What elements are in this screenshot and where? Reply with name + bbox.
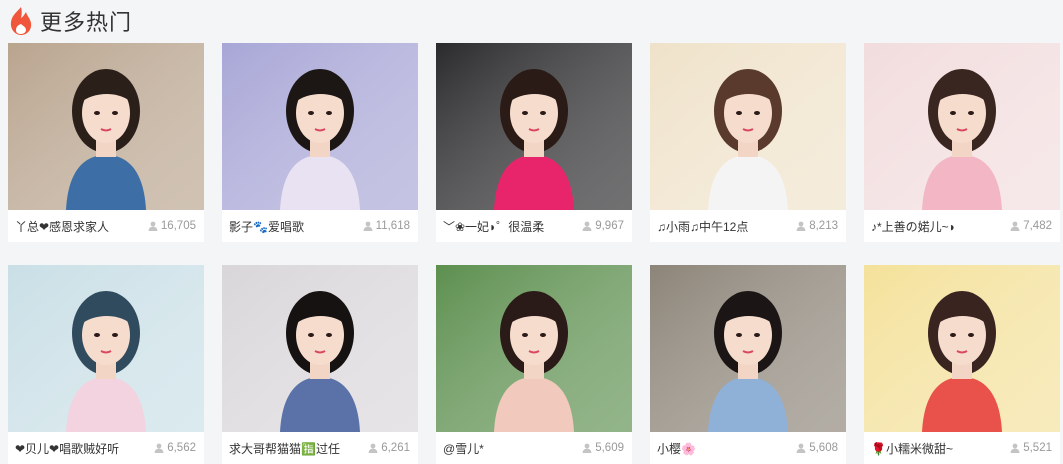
user-icon bbox=[363, 221, 373, 231]
viewer-count: 5,609 bbox=[582, 442, 624, 454]
viewer-count: 16,705 bbox=[148, 220, 196, 232]
stream-card[interactable]: 丫总❤感恩求家人 16,705 bbox=[8, 43, 204, 242]
stream-thumbnail[interactable] bbox=[436, 43, 632, 210]
stream-title[interactable]: @雪儿* bbox=[443, 440, 484, 457]
stream-title[interactable]: ♪*上善の婼儿~◗ bbox=[871, 218, 956, 235]
stream-title[interactable]: ❤贝儿❤唱歌贼好听 bbox=[15, 440, 119, 457]
stream-thumbnail[interactable] bbox=[864, 265, 1060, 432]
stream-card[interactable]: 🌹小糯米微甜~ 5,521 bbox=[864, 265, 1060, 464]
user-icon bbox=[154, 443, 164, 453]
stream-title[interactable]: 丫总❤感恩求家人 bbox=[15, 218, 109, 235]
stream-card[interactable]: 求大哥帮猫猫🈯过任 6,261 bbox=[222, 265, 418, 464]
stream-info: ♫小雨♫中午12点 8,213 bbox=[650, 210, 846, 242]
stream-card[interactable]: @雪儿* 5,609 bbox=[436, 265, 632, 464]
stream-thumbnail[interactable] bbox=[8, 43, 204, 210]
stream-card[interactable]: ﹀❀一妃◗゜很温柔 9,967 bbox=[436, 43, 632, 242]
stream-grid: 丫总❤感恩求家人 16,705 影子🐾爱唱歌 11,618 ﹀❀一妃◗゜很温柔 9,967… bbox=[8, 43, 1060, 464]
stream-info: 小樱🌸 5,608 bbox=[650, 432, 846, 464]
stream-title[interactable]: 小樱🌸 bbox=[657, 440, 696, 457]
viewer-count-value: 6,261 bbox=[381, 442, 410, 454]
viewer-count: 7,482 bbox=[1010, 220, 1052, 232]
user-icon bbox=[368, 443, 378, 453]
user-icon bbox=[582, 221, 592, 231]
viewer-count-value: 9,967 bbox=[595, 220, 624, 232]
viewer-count-value: 6,562 bbox=[167, 442, 196, 454]
user-icon bbox=[582, 443, 592, 453]
stream-thumbnail[interactable] bbox=[650, 43, 846, 210]
stream-card[interactable]: 影子🐾爱唱歌 11,618 bbox=[222, 43, 418, 242]
stream-card[interactable]: ❤贝儿❤唱歌贼好听 6,562 bbox=[8, 265, 204, 464]
viewer-count: 6,562 bbox=[154, 442, 196, 454]
stream-title[interactable]: 🌹小糯米微甜~ bbox=[871, 440, 953, 457]
viewer-count: 9,967 bbox=[582, 220, 624, 232]
user-icon bbox=[796, 443, 806, 453]
stream-info: ♪*上善の婼儿~◗ 7,482 bbox=[864, 210, 1060, 242]
stream-info: ❤贝儿❤唱歌贼好听 6,562 bbox=[8, 432, 204, 464]
viewer-count: 5,608 bbox=[796, 442, 838, 454]
stream-info: 丫总❤感恩求家人 16,705 bbox=[8, 210, 204, 242]
user-icon bbox=[148, 221, 158, 231]
user-icon bbox=[796, 221, 806, 231]
stream-thumbnail[interactable] bbox=[8, 265, 204, 432]
stream-title[interactable]: ♫小雨♫中午12点 bbox=[657, 218, 748, 235]
stream-info: 🌹小糯米微甜~ 5,521 bbox=[864, 432, 1060, 464]
viewer-count-value: 5,521 bbox=[1023, 442, 1052, 454]
viewer-count-value: 16,705 bbox=[160, 220, 196, 232]
viewer-count-value: 5,608 bbox=[809, 442, 838, 454]
stream-info: 影子🐾爱唱歌 11,618 bbox=[222, 210, 418, 242]
stream-thumbnail[interactable] bbox=[222, 43, 418, 210]
viewer-count: 11,618 bbox=[363, 220, 410, 232]
stream-info: ﹀❀一妃◗゜很温柔 9,967 bbox=[436, 210, 632, 242]
section-title: 更多热门 bbox=[40, 10, 133, 35]
stream-card[interactable]: 小樱🌸 5,608 bbox=[650, 265, 846, 464]
stream-title[interactable]: ﹀❀一妃◗゜很温柔 bbox=[443, 218, 544, 235]
viewer-count-value: 11,618 bbox=[375, 220, 410, 232]
stream-thumbnail[interactable] bbox=[864, 43, 1060, 210]
stream-card[interactable]: ♪*上善の婼儿~◗ 7,482 bbox=[864, 43, 1060, 242]
stream-thumbnail[interactable] bbox=[222, 265, 418, 432]
viewer-count: 8,213 bbox=[796, 220, 838, 232]
stream-thumbnail[interactable] bbox=[650, 265, 846, 432]
stream-title[interactable]: 求大哥帮猫猫🈯过任 bbox=[229, 440, 340, 457]
user-icon bbox=[1010, 443, 1020, 453]
stream-title[interactable]: 影子🐾爱唱歌 bbox=[229, 218, 304, 235]
viewer-count: 6,261 bbox=[368, 442, 410, 454]
hot-section: 更多热门 丫总❤感恩求家人 16,705 影子🐾爱唱歌 11,618 ﹀❀一妃◗゜很温柔… bbox=[0, 0, 1063, 464]
fire-icon bbox=[8, 6, 34, 36]
viewer-count-value: 8,213 bbox=[809, 220, 838, 232]
viewer-count: 5,521 bbox=[1010, 442, 1052, 454]
stream-info: 求大哥帮猫猫🈯过任 6,261 bbox=[222, 432, 418, 464]
stream-info: @雪儿* 5,609 bbox=[436, 432, 632, 464]
viewer-count-value: 5,609 bbox=[595, 442, 624, 454]
viewer-count-value: 7,482 bbox=[1023, 220, 1052, 232]
stream-card[interactable]: ♫小雨♫中午12点 8,213 bbox=[650, 43, 846, 242]
section-header: 更多热门 bbox=[8, 4, 132, 38]
user-icon bbox=[1010, 221, 1020, 231]
stream-thumbnail[interactable] bbox=[436, 265, 632, 432]
